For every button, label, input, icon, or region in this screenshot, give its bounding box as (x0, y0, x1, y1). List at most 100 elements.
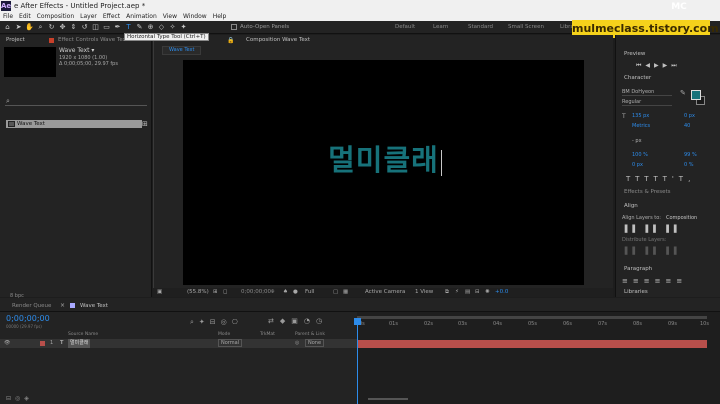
workspace-learn[interactable]: Learn (433, 24, 448, 30)
libraries-panel-title[interactable]: Libraries (624, 289, 648, 295)
font-size-input[interactable]: 135 px (632, 113, 649, 120)
preview-panel-title[interactable]: Preview (624, 51, 645, 57)
roi-icon[interactable]: ▢ (333, 288, 338, 297)
menu-animation[interactable]: Animation (126, 12, 157, 21)
auto-open-checkbox[interactable] (231, 24, 237, 30)
camera-tool-icon[interactable]: ◫ (91, 23, 100, 32)
workspace-standard[interactable]: Standard (468, 24, 493, 30)
timeline-footer-icons[interactable]: ⊟◎◈ (6, 395, 33, 402)
project-list-row[interactable]: Wave Text (6, 120, 142, 128)
timeline-track-area[interactable]: 0s 01s 02s 03s 04s 05s 06s 07s 08s 09s 1… (357, 312, 720, 404)
baseline-shift-input[interactable]: 0 px (632, 162, 643, 169)
timeline-icon[interactable]: ▤ (465, 288, 470, 297)
visibility-icon[interactable]: 👁 (4, 339, 10, 348)
stroke-width-input[interactable]: - px (632, 138, 642, 145)
workspace-default[interactable]: Default (395, 24, 415, 30)
playhead-handle[interactable] (354, 318, 361, 325)
timeline-switch-icons[interactable]: ⌕✦⊟◎⎔ (190, 318, 243, 327)
timeline-timecode[interactable]: 0;00;00;00 (6, 314, 50, 323)
exposure-icon[interactable]: ✺ (485, 288, 490, 297)
comp-subtab[interactable]: Wave Text (162, 46, 202, 55)
character-panel-title[interactable]: Character (624, 75, 651, 81)
layer-duration-bar[interactable] (357, 340, 707, 348)
timeline-tools-icons[interactable]: ⇄◆▣◔◷ (268, 317, 328, 325)
col-parent-link[interactable]: Parent & Link (295, 332, 325, 337)
faux-style-buttons-icon[interactable]: TTTTT'T, (626, 175, 695, 183)
rotate-tool-icon[interactable]: ↺ (80, 23, 89, 32)
selection-tool-icon[interactable]: ➤ (14, 23, 23, 32)
clone-tool-icon[interactable]: ⊕ (146, 23, 155, 32)
flowchart-view-icon[interactable]: ⊟ (475, 288, 480, 297)
work-area-bar[interactable] (357, 316, 707, 319)
pan-tool-icon[interactable]: ✥ (58, 23, 67, 32)
channel-icon[interactable]: ● (293, 288, 298, 297)
font-style-select[interactable]: Regular (622, 99, 672, 106)
paragraph-panel-title[interactable]: Paragraph (624, 266, 652, 272)
align-target-select[interactable]: Composition (666, 215, 697, 222)
tab-effect-controls[interactable]: Effect Controls Wave Text (58, 37, 128, 43)
project-item-name[interactable]: Wave Text ▾ (59, 47, 94, 54)
tab-composition[interactable]: Composition Wave Text (246, 37, 310, 43)
snapshot-icon[interactable]: ⌾ (271, 288, 274, 297)
timeline-layer-row[interactable]: 👁 1 T 멀미클래 Normal ◎ None (0, 339, 357, 348)
hand-tool-icon[interactable]: ✋ (25, 23, 34, 32)
menu-file[interactable]: File (3, 12, 13, 21)
eyedropper-icon[interactable]: ✎ (680, 89, 686, 97)
layer-name[interactable]: 멀미클래 (68, 339, 91, 348)
roto-tool-icon[interactable]: ✧ (168, 23, 177, 32)
show-snapshot-icon[interactable]: ♠ (283, 288, 288, 297)
tab-wave-text[interactable]: Wave Text (80, 303, 108, 309)
flowchart-icon[interactable]: ⊞ (142, 120, 148, 128)
layer-mode-select[interactable]: Normal (218, 339, 243, 347)
puppet-tool-icon[interactable]: ✦ (179, 23, 188, 32)
tsume-input[interactable]: 0 % (684, 162, 694, 169)
menu-layer[interactable]: Layer (80, 12, 97, 21)
workspace-small-screen[interactable]: Small Screen (508, 24, 544, 30)
kerning-input[interactable]: Metrics (632, 123, 650, 130)
layer-label-color[interactable] (40, 341, 45, 346)
timeline-zoom-slider[interactable] (368, 398, 408, 400)
menu-edit[interactable]: Edit (19, 12, 31, 21)
dolly-tool-icon[interactable]: ⇕ (69, 23, 78, 32)
tab-project[interactable]: Project (6, 37, 25, 43)
fast-preview-icon[interactable]: ⚡ (455, 288, 459, 297)
playhead[interactable] (357, 320, 358, 404)
effects-presets-title[interactable]: Effects & Presets (624, 189, 671, 195)
tab-render-queue[interactable]: Render Queue (12, 303, 51, 309)
layer-parent-select[interactable]: None (305, 339, 325, 347)
camera-select[interactable]: Active Camera (365, 288, 405, 297)
menu-composition[interactable]: Composition (37, 12, 74, 21)
menu-window[interactable]: Window (183, 12, 207, 21)
always-preview-icon[interactable]: ▣ (157, 288, 162, 297)
type-tool-icon[interactable]: T (124, 23, 133, 32)
tracking-input[interactable]: 40 (684, 123, 690, 130)
menu-view[interactable]: View (163, 12, 177, 21)
col-trkmat[interactable]: TrkMat (260, 332, 275, 337)
zoom-level[interactable]: (55.8%) (187, 288, 209, 297)
home-icon[interactable]: ⌂ (3, 23, 12, 32)
resolution-select[interactable]: Full (305, 288, 314, 297)
menu-effect[interactable]: Effect (103, 12, 120, 21)
orbit-tool-icon[interactable]: ↻ (47, 23, 56, 32)
pen-tool-icon[interactable]: ✒ (113, 23, 122, 32)
lock-icon[interactable]: 🔒 (227, 37, 234, 44)
grid-toggle-icon[interactable]: ⊞ (213, 288, 218, 297)
time-ruler[interactable]: 0s 01s 02s 03s 04s 05s 06s 07s 08s 09s 1… (357, 321, 709, 329)
zoom-tool-icon[interactable]: ⌕ (36, 23, 45, 32)
col-source-name[interactable]: Source Name (68, 332, 98, 337)
toggle-pixel-icon[interactable]: ⧉ (445, 288, 449, 297)
project-search-input[interactable] (5, 98, 147, 106)
col-mode[interactable]: Mode (218, 332, 230, 337)
brush-tool-icon[interactable]: ✎ (135, 23, 144, 32)
fill-color-swatch[interactable] (691, 90, 701, 100)
paragraph-align-icon[interactable]: ≡≡≡≡≡≡ (622, 277, 687, 285)
pickwhip-icon[interactable]: ◎ (295, 339, 299, 348)
menu-help[interactable]: Help (213, 12, 227, 21)
font-family-select[interactable]: BM DoHyeon (622, 89, 672, 96)
horizontal-scale-input[interactable]: 99 % (684, 152, 697, 159)
align-panel-title[interactable]: Align (624, 203, 638, 209)
leading-input[interactable]: 0 px (684, 113, 695, 120)
comp-timecode[interactable]: 0;00;00;00 (241, 288, 271, 297)
eraser-tool-icon[interactable]: ◇ (157, 23, 166, 32)
mask-visibility-icon[interactable]: ◻ (223, 288, 228, 297)
